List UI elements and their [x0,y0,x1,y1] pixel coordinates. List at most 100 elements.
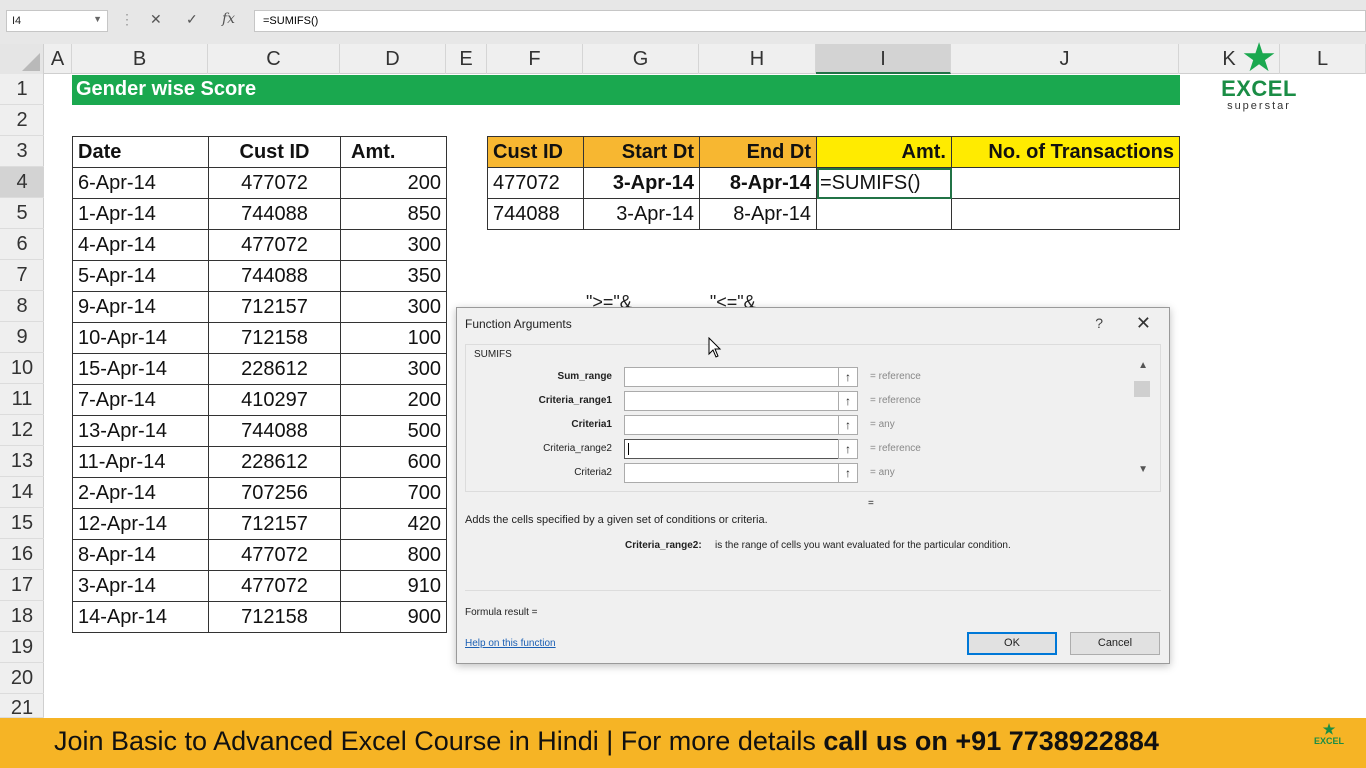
cell-cust-id[interactable]: 744088 [208,198,341,230]
row-header[interactable]: 12 [0,415,44,446]
cell-cust-id[interactable]: 712157 [208,291,341,323]
row-header[interactable]: 20 [0,663,44,694]
sum-range-input[interactable] [624,367,858,387]
cell-start-dt[interactable]: 3-Apr-14 [583,198,700,230]
cell-date[interactable]: 15-Apr-14 [72,353,209,385]
row-header[interactable]: 11 [0,384,44,415]
cell-cust-id[interactable]: 477072 [487,167,584,199]
cell-amt[interactable]: 200 [340,384,447,416]
column-header-i[interactable]: I [816,44,951,74]
cell-cust-id[interactable]: 712158 [208,322,341,354]
select-all-corner[interactable] [0,44,44,74]
cell-amt[interactable]: 300 [340,291,447,323]
column-header-b[interactable]: B [72,44,208,74]
collapse-dialog-icon[interactable]: ↑ [838,439,858,459]
ok-button[interactable]: OK [967,632,1057,655]
cell-cust-id[interactable]: 744088 [487,198,584,230]
cell-cust-id[interactable]: 707256 [208,477,341,509]
row-header[interactable]: 15 [0,508,44,539]
header-no-of-transactions[interactable]: No. of Transactions [951,136,1180,168]
cell-amt[interactable]: 300 [340,353,447,385]
cell-amt[interactable] [816,198,952,230]
cell-amt[interactable]: 900 [340,601,447,633]
header-cust-id[interactable]: Cust ID [487,136,584,168]
cell-amt[interactable]: 100 [340,322,447,354]
cell-date[interactable]: 11-Apr-14 [72,446,209,478]
cancel-entry-icon[interactable]: ✕ [150,11,162,28]
column-header-c[interactable]: C [208,44,340,74]
row-header[interactable]: 10 [0,353,44,384]
row-header[interactable]: 2 [0,105,44,136]
row-header[interactable]: 3 [0,136,44,167]
cell-no-of-transactions[interactable] [951,167,1180,199]
cell-amt[interactable]: 500 [340,415,447,447]
collapse-dialog-icon[interactable]: ↑ [838,463,858,483]
cell-date[interactable]: 12-Apr-14 [72,508,209,540]
cell-cust-id[interactable]: 712157 [208,508,341,540]
header-cust-id[interactable]: Cust ID [208,136,341,168]
cell-date[interactable]: 4-Apr-14 [72,229,209,261]
header-amt[interactable]: Amt. [816,136,952,168]
help-on-function-link[interactable]: Help on this function [465,638,556,649]
cell-date[interactable]: 6-Apr-14 [72,167,209,199]
scroll-up-icon[interactable]: ▲ [1138,360,1148,371]
active-cell-amt[interactable]: =SUMIFS() [816,167,952,199]
cell-date[interactable]: 8-Apr-14 [72,539,209,571]
row-header[interactable]: 7 [0,260,44,291]
cell-date[interactable]: 9-Apr-14 [72,291,209,323]
cell-no-of-transactions[interactable] [951,198,1180,230]
row-header[interactable]: 5 [0,198,44,229]
cell-amt[interactable]: 910 [340,570,447,602]
scroll-down-icon[interactable]: ▼ [1138,464,1148,475]
cell-cust-id[interactable]: 744088 [208,260,341,292]
cell-date[interactable]: 1-Apr-14 [72,198,209,230]
row-header[interactable]: 16 [0,539,44,570]
column-header-h[interactable]: H [699,44,816,74]
cell-cust-id[interactable]: 477072 [208,167,341,199]
row-header[interactable]: 6 [0,229,44,260]
row-header[interactable]: 21 [0,694,44,719]
cell-amt[interactable]: 420 [340,508,447,540]
column-header-e[interactable]: E [446,44,487,74]
row-header[interactable]: 14 [0,477,44,508]
cell-start-dt[interactable]: 3-Apr-14 [583,167,700,199]
cell-date[interactable]: 3-Apr-14 [72,570,209,602]
header-amt[interactable]: Amt. [340,136,447,168]
cell-cust-id[interactable]: 477072 [208,539,341,571]
row-header[interactable]: 19 [0,632,44,663]
cell-cust-id[interactable]: 228612 [208,446,341,478]
collapse-dialog-icon[interactable]: ↑ [838,415,858,435]
cell-date[interactable]: 7-Apr-14 [72,384,209,416]
cell-date[interactable]: 13-Apr-14 [72,415,209,447]
column-header-j[interactable]: J [951,44,1179,74]
header-date[interactable]: Date [72,136,209,168]
cell-amt[interactable]: 300 [340,229,447,261]
criteria2-input[interactable] [624,463,858,483]
enter-entry-icon[interactable]: ✓ [186,11,198,28]
scrollbar-thumb[interactable] [1134,381,1150,397]
column-header-d[interactable]: D [340,44,446,74]
cancel-button[interactable]: Cancel [1070,632,1160,655]
column-header-f[interactable]: F [487,44,583,74]
cell-cust-id[interactable]: 744088 [208,415,341,447]
cell-end-dt[interactable]: 8-Apr-14 [699,198,817,230]
name-box[interactable]: I4 ▼ [6,10,108,32]
close-icon[interactable]: ✕ [1136,313,1151,334]
row-header[interactable]: 1 [0,74,44,105]
cell-amt[interactable]: 600 [340,446,447,478]
header-end-dt[interactable]: End Dt [699,136,817,168]
formula-input[interactable]: =SUMIFS() [254,10,1366,32]
insert-function-icon[interactable]: fx [222,11,235,27]
cell-date[interactable]: 5-Apr-14 [72,260,209,292]
row-header[interactable]: 13 [0,446,44,477]
chevron-down-icon[interactable]: ▼ [93,14,102,24]
cell-date[interactable]: 14-Apr-14 [72,601,209,633]
row-header[interactable]: 18 [0,601,44,632]
cell-cust-id[interactable]: 410297 [208,384,341,416]
column-header-g[interactable]: G [583,44,699,74]
cell-cust-id[interactable]: 712158 [208,601,341,633]
row-header[interactable]: 4 [0,167,44,198]
cell-amt[interactable]: 200 [340,167,447,199]
collapse-dialog-icon[interactable]: ↑ [838,391,858,411]
row-header[interactable]: 8 [0,291,44,322]
